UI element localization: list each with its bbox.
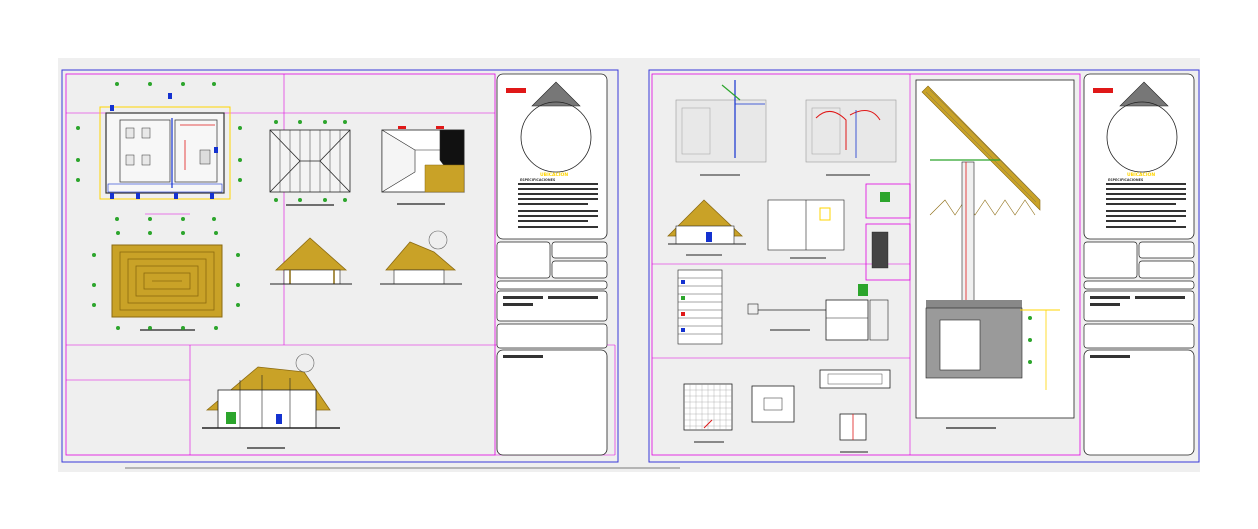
side-elevation <box>380 230 462 285</box>
eave-detail <box>915 79 1075 429</box>
grid-marker <box>343 198 347 202</box>
grid-marker <box>343 120 347 124</box>
grid-marker <box>148 231 152 235</box>
grid-marker <box>76 158 80 162</box>
axis-marker <box>110 105 114 111</box>
grid-marker <box>148 326 152 330</box>
sheet-1-title-block <box>496 73 608 456</box>
grid-marker <box>148 217 152 221</box>
grid-marker <box>1028 316 1032 320</box>
axis-marker <box>214 147 218 153</box>
drainage-installation-plan <box>805 99 897 176</box>
grid-marker <box>181 326 185 330</box>
box-details <box>751 369 891 453</box>
grid-marker <box>181 217 185 221</box>
grid-marker <box>115 217 119 221</box>
grid-marker <box>298 120 302 124</box>
roof-framing-plan <box>269 129 351 206</box>
sheet-2-title-block <box>1083 73 1195 456</box>
section-view <box>202 353 340 449</box>
water-installation-plan <box>675 80 767 176</box>
grid-marker <box>323 120 327 124</box>
section-detail <box>667 199 746 256</box>
legend-table <box>677 269 723 345</box>
grid-marker <box>92 253 96 257</box>
grid-marker <box>274 198 278 202</box>
grid-marker <box>181 82 185 86</box>
grid-marker <box>181 231 185 235</box>
axis-marker <box>210 193 214 199</box>
grid-marker <box>76 126 80 130</box>
grid-marker <box>323 198 327 202</box>
sheet-1: UBICACION ESPECIFICACIONES <box>61 69 619 463</box>
grid-marker <box>238 158 242 162</box>
bathroom-detail <box>767 199 845 259</box>
sheet-1-notes-heading: ESPECIFICACIONES <box>520 178 556 182</box>
grid-marker <box>92 283 96 287</box>
grid-marker <box>212 217 216 221</box>
grid-marker <box>214 326 218 330</box>
axis-marker <box>174 193 178 199</box>
sheet-2-notes-heading: ESPECIFICACIONES <box>1108 178 1144 182</box>
thatch-layout-plan <box>111 244 223 331</box>
slab-plan <box>683 383 733 443</box>
grid-marker <box>274 120 278 124</box>
grid-marker <box>148 82 152 86</box>
grid-marker <box>115 82 119 86</box>
front-elevation <box>270 237 352 285</box>
drawing-canvas: UBICACION ESPECIFICACIONES UBICACION ESP… <box>61 69 1200 469</box>
septic-tank-section <box>747 284 889 341</box>
grid-marker <box>214 231 218 235</box>
grid-marker <box>236 303 240 307</box>
grid-marker <box>1028 360 1032 364</box>
axis-marker <box>110 193 114 199</box>
grid-marker <box>238 178 242 182</box>
grid-marker <box>1028 338 1032 342</box>
grid-marker <box>236 253 240 257</box>
grid-marker <box>236 283 240 287</box>
grid-marker <box>238 126 242 130</box>
sheet-2: UBICACION ESPECIFICACIONES <box>648 69 1200 463</box>
axis-marker <box>136 193 140 199</box>
grid-marker <box>212 82 216 86</box>
grid-marker <box>298 198 302 202</box>
grid-marker <box>92 303 96 307</box>
grid-marker <box>116 326 120 330</box>
roof-plan <box>381 126 465 205</box>
grid-marker <box>116 231 120 235</box>
cad-drawing-viewport: UBICACION ESPECIFICACIONES UBICACION ESP… <box>0 0 1258 529</box>
axis-marker <box>168 93 172 99</box>
grid-marker <box>76 178 80 182</box>
fixture-details <box>865 183 911 281</box>
